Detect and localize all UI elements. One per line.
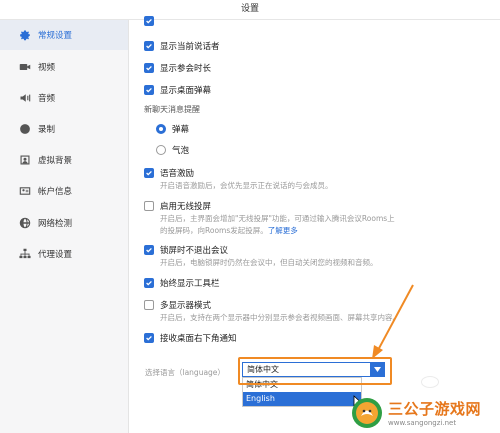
site-watermark: 三公子游戏网 www.sangongzi.net — [350, 392, 500, 433]
watermark-title: 三公子游戏网 — [388, 400, 482, 418]
watermark-url: www.sangongzi.net — [388, 419, 457, 427]
watermark-logo-icon — [352, 397, 382, 428]
faint-circle-decoration — [421, 376, 439, 388]
annotation-arrow — [372, 284, 414, 359]
